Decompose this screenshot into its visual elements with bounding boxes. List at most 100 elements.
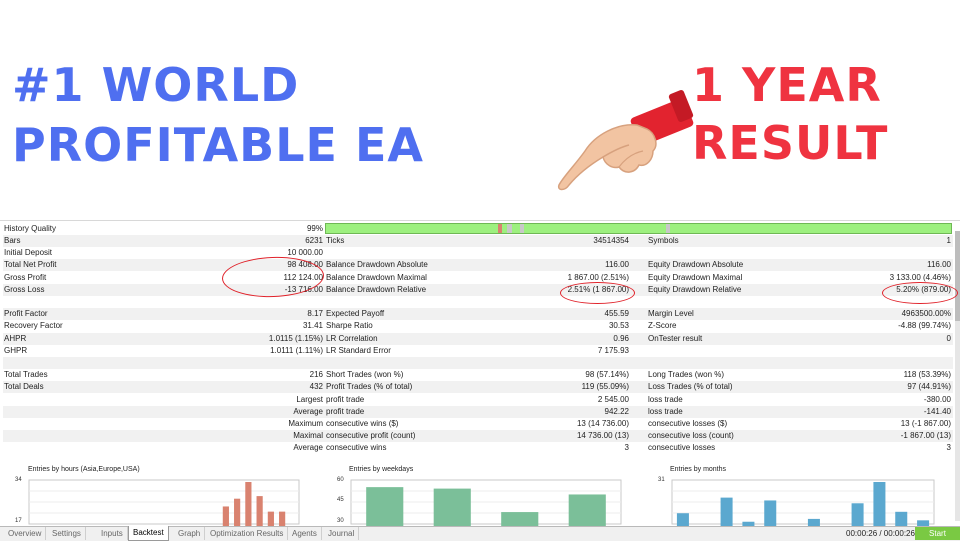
report-row: Initial Deposit 10 000.00 [3, 247, 953, 259]
chart-entries-by-hours: Entries by hours (Asia,Europe,USA) 34 17 [3, 466, 313, 526]
report-label: Initial Deposit [4, 248, 53, 258]
report-value: 0 [946, 333, 951, 343]
chart-plot [350, 479, 622, 526]
vertical-scrollbar[interactable] [955, 231, 960, 521]
report-value: 98 (57.14%) [585, 370, 629, 380]
tab-agents[interactable]: Agents [288, 527, 322, 540]
report-row: Total Deals 432 Profit Trades (% of total)… [3, 381, 953, 394]
tab-optimization-results[interactable]: Optimization Results [206, 527, 289, 540]
report-row: Profit Factor 8.17 Expected Payoff 455.59 Ma… [3, 308, 953, 321]
quality-mark [666, 224, 670, 233]
pointing-hand-icon [557, 90, 694, 191]
tab-journal[interactable]: Journal [324, 527, 360, 540]
report-value: 119 (55.09%) [581, 382, 629, 392]
report-row: AHPR 1.0115 (1.15%) LR Correlation 0.96 OnTe… [3, 332, 953, 345]
report-label: Sharpe Ratio [326, 321, 373, 331]
report-value: 1.0111 (1.11%) [270, 345, 323, 355]
highlight-circle [560, 282, 635, 304]
report-value: 7 175.93 [597, 345, 629, 355]
report-row [3, 357, 953, 369]
report-value: Average [293, 406, 323, 416]
report-label: Expected Payoff [326, 309, 385, 319]
report-row: Gross Profit 112 124.00 Balance Drawdown M… [3, 272, 953, 284]
tab-settings[interactable]: Settings [48, 527, 86, 540]
report-value: -380.00 [923, 394, 951, 404]
report-label: Equity Drawdown Relative [648, 284, 742, 294]
report-value: 0.96 [613, 333, 629, 343]
report-label: profit trade [326, 406, 365, 416]
report-row: Recovery Factor 31.41 Sharpe Ratio 30.53 Z-S… [3, 320, 953, 332]
elapsed-timer: 00:00:26 / 00:00:26 [846, 529, 915, 538]
report-value: 942.22 [604, 406, 629, 416]
history-quality-value: 99% [306, 224, 323, 233]
chart-bar [851, 503, 864, 526]
chart-bar [222, 506, 229, 526]
report-row: Largest profit trade 2 545.00 loss trade -38… [3, 394, 953, 406]
report-label: Gross Loss [4, 284, 45, 294]
report-value: -4.88 (99.74%) [898, 321, 951, 331]
headline-left-line1: #1 WORLD [12, 58, 300, 112]
report-label: consecutive profit (count) [326, 431, 416, 441]
report-value: 14 736.00 (13) [576, 431, 629, 441]
report-label: Total Trades [4, 370, 48, 380]
start-button[interactable]: Start [915, 527, 960, 540]
tab-graph[interactable]: Graph [174, 527, 206, 540]
report-label: Profit Trades (% of total) [326, 382, 413, 392]
report-value: 216 [309, 370, 323, 380]
report-row: GHPR 1.0111 (1.11%) LR Standard Error 7 175… [3, 345, 953, 357]
report-value: Average [293, 443, 323, 453]
report-label: GHPR [4, 345, 28, 355]
tab-inputs[interactable]: Inputs [97, 527, 128, 540]
report-value: 6231 [305, 236, 323, 245]
report-row: Gross Loss -13 716.00 Balance Drawdown Rel… [3, 283, 953, 296]
report-label: Balance Drawdown Maximal [326, 272, 427, 282]
chart-entries-by-weekdays: Entries by weekdays 60 45 30 [325, 466, 635, 526]
tab-backtest[interactable]: Backtest [128, 526, 169, 541]
report-value: Maximum [288, 419, 323, 428]
report-row: Average consecutive wins 3 consecutive loss… [3, 442, 953, 454]
scrollbar-thumb[interactable] [955, 231, 960, 321]
report-value: 118 (53.39%) [903, 370, 951, 380]
history-quality-label: History Quality [4, 224, 57, 233]
report-label: Gross Profit [4, 272, 47, 282]
tab-overview[interactable]: Overview [4, 527, 47, 540]
report-label: loss trade [648, 394, 683, 404]
report-label: profit trade [326, 394, 365, 404]
chart-bar [501, 512, 539, 526]
report-label: Profit Factor [4, 309, 48, 319]
report-label: consecutive loss (count) [648, 431, 734, 441]
report-label: Short Trades (won %) [326, 370, 404, 380]
report-label: LR Correlation [326, 333, 378, 343]
report-label: consecutive losses [648, 443, 716, 453]
report-label: Balance Drawdown Absolute [326, 260, 428, 270]
chart-bar [676, 513, 689, 526]
report-label: Margin Level [648, 309, 694, 319]
headline-left-line2: PROFITABLE EA [12, 118, 425, 172]
report-label: Equity Drawdown Absolute [648, 260, 744, 270]
report-row: Average profit trade 942.22 loss trade -141.… [3, 405, 953, 418]
chart-bar [720, 497, 733, 526]
report-label: Total Deals [4, 382, 44, 392]
headline-right-line2: RESULT [692, 116, 889, 170]
report-value: Maximal [293, 431, 323, 441]
report-value: 2 545.00 [597, 394, 629, 404]
report-value: 31.41 [302, 321, 323, 331]
report-label: Ticks [326, 236, 345, 245]
highlight-circle [882, 282, 958, 304]
report-value: 3 [624, 443, 629, 453]
chart-bar [366, 487, 404, 526]
report-row: Bars 6231 Ticks 34514354 Symbols 1 [3, 235, 953, 247]
report-value: 116.00 [605, 260, 629, 270]
report-label: Equity Drawdown Maximal [648, 272, 743, 282]
quality-mark [520, 224, 524, 233]
quality-mark [498, 224, 502, 233]
report-value: -1 867.00 (13) [900, 431, 951, 441]
report-row: Maximal consecutive profit (count) 14 736.… [3, 430, 953, 443]
chart-bar [234, 498, 241, 526]
chart-bar [267, 511, 274, 526]
report-value: Largest [296, 394, 323, 404]
chart-bar [256, 496, 263, 526]
report-label: Recovery Factor [4, 321, 63, 331]
report-row: Total Net Profit 98 408.00 Balance Drawdow… [3, 259, 953, 272]
report-value: 13 (14 736.00) [576, 419, 629, 428]
